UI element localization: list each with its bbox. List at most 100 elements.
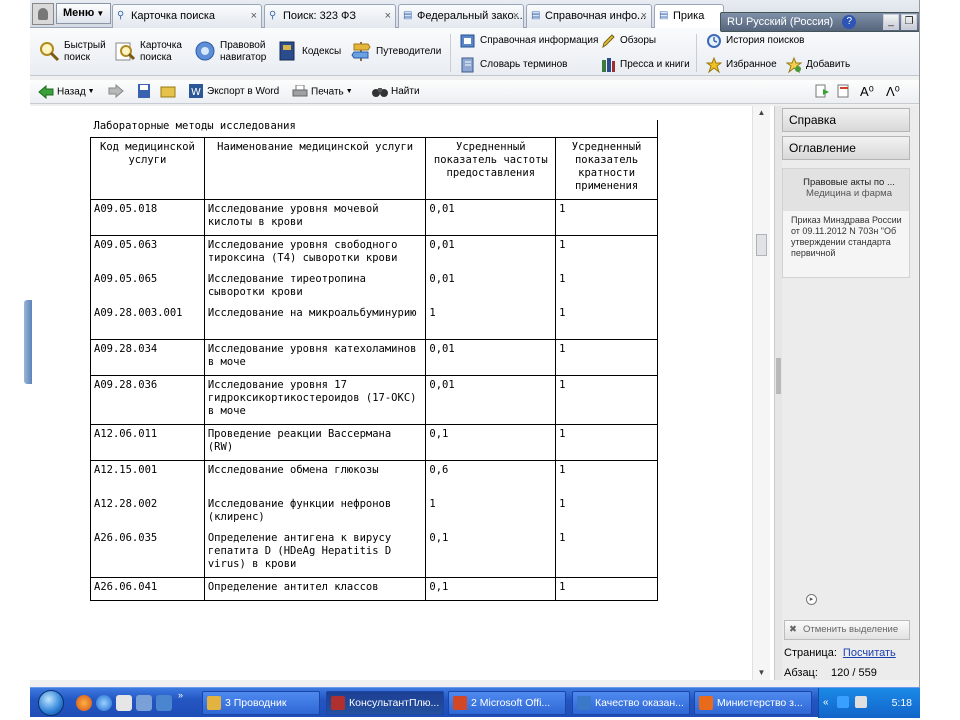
chevron-down-icon: ▼ <box>87 88 95 95</box>
increase-font-button[interactable]: A⁰ <box>860 84 874 100</box>
binoculars-icon <box>372 88 388 98</box>
reviews-button[interactable]: Обзоры <box>600 33 656 49</box>
print-button[interactable]: Печать ▼ <box>292 84 353 100</box>
quick-search-button[interactable]: Быстрый поиск <box>38 38 108 68</box>
glossary-icon <box>461 57 474 73</box>
legal-navigator-button[interactable]: Правовой навигатор <box>194 38 270 68</box>
cell-line: Исследование обмена глюкозы <box>207 464 379 476</box>
switch-windows-icon[interactable] <box>156 695 172 711</box>
cell-line: Исследование функции нефронов (клиренс) <box>207 498 392 523</box>
document-view[interactable]: Лабораторные методы исследования Код мед… <box>30 106 774 680</box>
expand-circle-icon[interactable]: ▸ <box>806 594 817 605</box>
close-icon[interactable]: × <box>385 5 391 27</box>
taskbar-task[interactable]: Качество оказан... <box>572 691 690 715</box>
windows-logo-icon <box>38 690 64 716</box>
taskbar-task[interactable]: Министерство з... <box>694 691 812 715</box>
close-icon[interactable]: × <box>513 5 519 27</box>
language-bar[interactable]: RU Русский (Россия) ? _ ❐ <box>720 12 919 32</box>
cell-line: 0,1 <box>429 428 449 440</box>
favorites-button[interactable]: Избранное <box>706 57 777 73</box>
chevron-down-icon: ▼ <box>96 9 105 18</box>
reference-info-label: Справочная информация <box>480 35 599 46</box>
find-button[interactable]: Найти <box>372 84 420 100</box>
reference-info-button[interactable]: Справочная информация <box>460 33 598 49</box>
legal-navigator-label: Правовой навигатор <box>220 40 267 63</box>
save-button[interactable] <box>136 84 155 100</box>
codes-label: Кодексы <box>302 46 342 57</box>
network-icon[interactable] <box>837 696 849 708</box>
minimize-icon[interactable]: _ <box>883 14 899 30</box>
scroll-down-icon[interactable]: ▼ <box>753 666 770 680</box>
codes-button[interactable]: Кодексы <box>276 38 346 68</box>
search-card-button[interactable]: Карточка поиска <box>114 38 190 68</box>
document-scrollbar[interactable]: ▲ ▼ <box>752 106 770 680</box>
internet-explorer-icon[interactable] <box>96 695 112 711</box>
close-icon[interactable]: × <box>641 5 647 27</box>
splitter-grip[interactable] <box>776 358 781 394</box>
taskbar-task[interactable]: КонсультантПлю... <box>326 691 444 715</box>
back-button[interactable]: Назад ▼ <box>38 84 95 100</box>
books-icon <box>602 58 615 72</box>
cell-line: 1 <box>559 203 566 215</box>
scroll-thumb[interactable] <box>756 234 767 256</box>
tab-order-active[interactable]: ▤ Прика <box>654 4 724 28</box>
cell-line: 1 <box>559 379 566 391</box>
press-books-button[interactable]: Пресса и книги <box>600 57 690 73</box>
cell-line: Исследование уровня катехоламинов в моче <box>207 343 417 368</box>
close-icon[interactable]: × <box>251 5 257 27</box>
related-acts-box[interactable]: Правовые акты по ... Медицина и фарма Пр… <box>782 168 910 278</box>
tab-search-result[interactable]: ⚲ Поиск: 323 ФЗ × <box>264 4 396 28</box>
document-tools-button[interactable] <box>814 84 833 100</box>
forward-button[interactable] <box>108 84 127 100</box>
firefox-icon[interactable] <box>76 695 92 711</box>
search-history-button[interactable]: История поисков <box>706 33 804 49</box>
media-player-icon[interactable] <box>116 695 132 711</box>
decrease-font-button[interactable]: Λ⁰ <box>886 84 900 100</box>
clear-selection-button[interactable]: ✖ Отменить выделение <box>784 620 910 640</box>
restore-icon[interactable]: ❐ <box>901 14 917 30</box>
side-tab-handle[interactable] <box>24 300 32 384</box>
panel-splitter[interactable] <box>774 106 782 680</box>
taskbar-task[interactable]: 3 Проводник <box>202 691 320 715</box>
export-word-button[interactable]: W Экспорт в Word <box>188 84 279 100</box>
count-pages-link[interactable]: Посчитать <box>843 647 896 659</box>
chevron-right-icon[interactable]: » <box>178 690 183 700</box>
help-icon[interactable]: ? <box>842 15 857 30</box>
floppy-disk-icon <box>138 84 150 99</box>
cell-name: Исследование обмена глюкозы Исследование … <box>203 460 427 578</box>
cell-line: 1 <box>559 239 566 251</box>
save-to-folder-button[interactable] <box>160 84 179 100</box>
cell-frequency: 0,1 <box>425 424 557 461</box>
start-button[interactable] <box>34 688 70 718</box>
cell-name: Проведение реакции Вассермана (RW) <box>203 424 427 461</box>
glossary-button[interactable]: Словарь терминов <box>460 57 568 73</box>
guides-button[interactable]: Путеводители <box>350 38 442 68</box>
cell-name: Исследование уровня мочевой кислоты в кр… <box>203 199 427 236</box>
show-desktop-icon[interactable] <box>136 695 152 711</box>
scroll-up-icon[interactable]: ▲ <box>753 106 770 120</box>
help-panel-button[interactable]: Справка <box>782 108 910 132</box>
cell-frequency: 0,1 <box>425 577 557 601</box>
back-arrow-icon <box>38 85 54 99</box>
search-card-label: Карточка поиска <box>140 40 182 63</box>
task-app-icon <box>331 696 345 710</box>
taskbar-task[interactable]: 2 Microsoft Offi... <box>448 691 566 715</box>
add-favorite-button[interactable]: Добавить <box>786 57 850 73</box>
table-caption: Лабораторные методы исследования <box>90 120 658 138</box>
contents-panel-button[interactable]: Оглавление <box>782 136 910 160</box>
bookmark-button[interactable] <box>836 84 855 100</box>
page-label: Страница: <box>784 647 837 659</box>
cell-code: A09.05.018 <box>90 199 205 236</box>
chevron-left-icon[interactable]: « <box>823 688 829 718</box>
cell-line: 0,01 <box>429 343 455 355</box>
column-header-multiplicity: Усредненный показатель кратности примене… <box>555 137 658 200</box>
volume-icon[interactable] <box>855 696 867 708</box>
task-app-icon <box>453 696 467 710</box>
windows-taskbar: » 3 Проводник КонсультантПлю... 2 Microsof… <box>30 687 920 718</box>
tab-reference-info[interactable]: ▤ Справочная инфо... × <box>526 4 652 28</box>
tab-search-card[interactable]: ⚲ Карточка поиска × <box>112 4 262 28</box>
main-menu-button[interactable]: Меню ▼ <box>56 3 112 24</box>
cell-code: A09.05.063 A09.05.065 A09.28.003.001 <box>90 235 205 340</box>
app-logo-icon[interactable] <box>32 3 54 25</box>
tab-federal-law[interactable]: ▤ Федеральный зако... × <box>398 4 524 28</box>
